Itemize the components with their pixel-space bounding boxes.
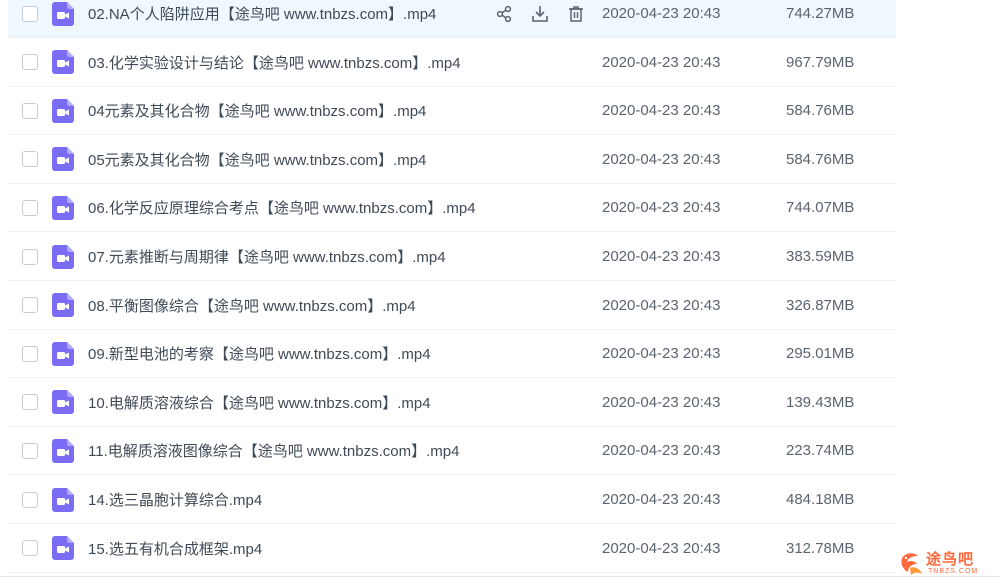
file-name[interactable]: 03.化学实验设计与结论【途鸟吧 www.tnbzs.com】.mp4 xyxy=(88,52,461,73)
video-file-icon xyxy=(52,195,74,220)
file-date: 2020-04-23 20:43 xyxy=(602,102,721,120)
file-name[interactable]: 10.电解质溶液综合【途鸟吧 www.tnbzs.com】.mp4 xyxy=(88,392,431,413)
file-date: 2020-04-23 20:43 xyxy=(602,442,721,460)
watermark-text: 途鸟吧 xyxy=(926,550,975,568)
file-size: 484.18MB xyxy=(786,491,855,508)
row-checkbox[interactable] xyxy=(22,248,38,265)
file-row[interactable]: 08.平衡图像综合【途鸟吧 www.tnbzs.com】.mp4 2020-04… xyxy=(8,282,896,330)
file-date: 2020-04-23 20:43 xyxy=(602,150,721,168)
file-size: 744.07MB xyxy=(786,199,855,217)
video-file-icon xyxy=(52,244,74,269)
file-name[interactable]: 08.平衡图像综合【途鸟吧 www.tnbzs.com】.mp4 xyxy=(88,295,416,316)
video-file-icon xyxy=(52,438,74,463)
file-name[interactable]: 04元素及其化合物【途鸟吧 www.tnbzs.com】.mp4 xyxy=(88,100,426,121)
row-checkbox[interactable] xyxy=(22,102,38,119)
file-size: 383.59MB xyxy=(786,248,855,265)
file-name[interactable]: 06.化学反应原理综合考点【途鸟吧 www.tnbzs.com】.mp4 xyxy=(88,197,476,218)
file-name[interactable]: 07.元素推断与周期律【途鸟吧 www.tnbzs.com】.mp4 xyxy=(88,246,446,267)
share-icon[interactable] xyxy=(494,4,514,24)
row-checkbox[interactable] xyxy=(22,345,38,362)
video-file-icon xyxy=(52,1,74,26)
file-size: 326.87MB xyxy=(786,296,855,314)
file-date: 2020-04-23 20:43 xyxy=(602,248,721,265)
row-checkbox[interactable] xyxy=(22,394,38,411)
video-file-icon xyxy=(52,50,74,75)
file-row[interactable]: 11.电解质溶液图像综合【途鸟吧 www.tnbzs.com】.mp4 2020… xyxy=(8,427,896,476)
file-size: 312.78MB xyxy=(786,539,855,557)
file-size: 223.74MB xyxy=(786,442,855,460)
file-row[interactable]: 05元素及其化合物【途鸟吧 www.tnbzs.com】.mp4 2020-04… xyxy=(8,136,896,184)
file-list: 02.NA个人陷阱应用【途鸟吧 www.tnbzs.com】.mp4 2020-… xyxy=(0,0,1000,585)
download-icon[interactable] xyxy=(530,4,550,24)
file-date: 2020-04-23 20:43 xyxy=(602,199,721,217)
bird-logo-icon xyxy=(901,553,922,575)
file-name[interactable]: 05元素及其化合物【途鸟吧 www.tnbzs.com】.mp4 xyxy=(88,149,426,170)
file-row[interactable]: 02.NA个人陷阱应用【途鸟吧 www.tnbzs.com】.mp4 2020-… xyxy=(8,0,896,38)
file-date: 2020-04-23 20:43 xyxy=(602,491,721,508)
video-file-icon xyxy=(52,98,74,123)
file-row[interactable]: 10.电解质溶液综合【途鸟吧 www.tnbzs.com】.mp4 2020-0… xyxy=(8,379,896,427)
row-checkbox[interactable] xyxy=(22,540,38,557)
file-row[interactable]: 06.化学反应原理综合考点【途鸟吧 www.tnbzs.com】.mp4 202… xyxy=(8,184,896,233)
file-size: 967.79MB xyxy=(786,53,855,71)
file-size: 584.76MB xyxy=(786,102,855,120)
file-date: 2020-04-23 20:43 xyxy=(602,539,721,557)
file-row[interactable]: 04元素及其化合物【途鸟吧 www.tnbzs.com】.mp4 2020-04… xyxy=(8,87,896,136)
row-checkbox[interactable] xyxy=(22,199,38,216)
file-size: 584.76MB xyxy=(786,150,855,168)
row-checkbox[interactable] xyxy=(22,5,38,22)
video-file-icon xyxy=(52,536,74,561)
list-bottom-divider xyxy=(0,576,1000,577)
file-name[interactable]: 09.新型电池的考察【途鸟吧 www.tnbzs.com】.mp4 xyxy=(88,343,431,364)
file-row[interactable]: 09.新型电池的考察【途鸟吧 www.tnbzs.com】.mp4 2020-0… xyxy=(8,330,896,379)
file-row[interactable]: 03.化学实验设计与结论【途鸟吧 www.tnbzs.com】.mp4 2020… xyxy=(8,39,896,87)
row-checkbox[interactable] xyxy=(22,297,38,314)
file-name[interactable]: 11.电解质溶液图像综合【途鸟吧 www.tnbzs.com】.mp4 xyxy=(88,440,459,461)
delete-icon[interactable] xyxy=(566,4,586,24)
file-date: 2020-04-23 20:43 xyxy=(602,296,721,314)
row-checkbox[interactable] xyxy=(22,442,38,459)
file-name[interactable]: 14.选三晶胞计算综合.mp4 xyxy=(88,489,262,510)
file-date: 2020-04-23 20:43 xyxy=(602,5,721,22)
video-file-icon xyxy=(52,147,74,172)
file-size: 744.27MB xyxy=(786,5,855,22)
video-file-icon xyxy=(52,341,74,366)
watermark-subtext: TNBZS.COM xyxy=(928,568,979,575)
row-checkbox[interactable] xyxy=(22,54,38,71)
file-size: 295.01MB xyxy=(786,345,855,363)
file-name[interactable]: 15.选五有机合成框架.mp4 xyxy=(88,538,262,559)
file-row[interactable]: 15.选五有机合成框架.mp4 2020-04-23 20:43 312.78M… xyxy=(8,525,896,573)
row-checkbox[interactable] xyxy=(22,151,38,168)
file-name[interactable]: 02.NA个人陷阱应用【途鸟吧 www.tnbzs.com】.mp4 xyxy=(88,3,436,24)
file-date: 2020-04-23 20:43 xyxy=(602,345,721,363)
video-file-icon xyxy=(52,293,74,318)
file-row[interactable]: 14.选三晶胞计算综合.mp4 2020-04-23 20:43 484.18M… xyxy=(8,476,896,524)
row-checkbox[interactable] xyxy=(22,491,38,508)
watermark: 途鸟吧 TNBZS.COM xyxy=(898,548,998,582)
video-file-icon xyxy=(52,487,74,512)
file-row[interactable]: 07.元素推断与周期律【途鸟吧 www.tnbzs.com】.mp4 2020-… xyxy=(8,233,896,281)
file-date: 2020-04-23 20:43 xyxy=(602,393,721,411)
video-file-icon xyxy=(52,390,74,415)
file-size: 139.43MB xyxy=(786,393,855,411)
file-date: 2020-04-23 20:43 xyxy=(602,53,721,71)
row-actions xyxy=(494,4,586,24)
